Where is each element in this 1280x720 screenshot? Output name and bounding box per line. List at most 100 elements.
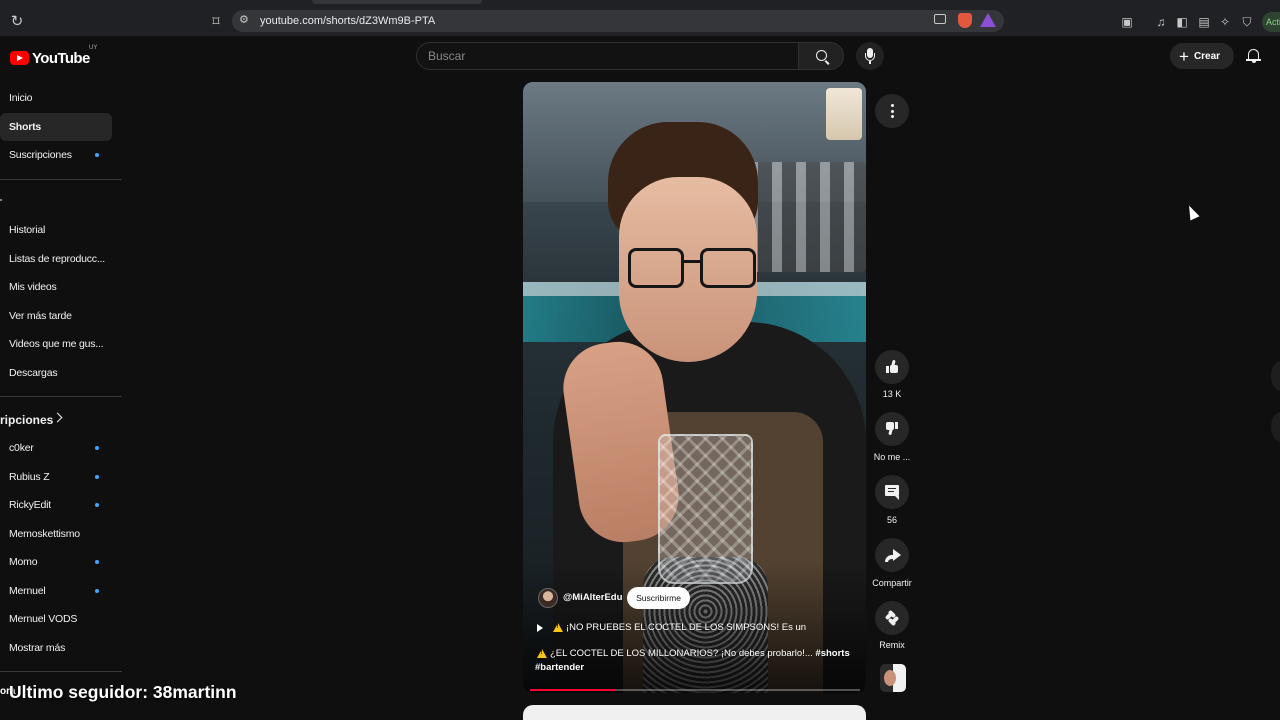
sidebar-item-mis-videos[interactable]: Mis videos — [0, 273, 112, 301]
new-content-dot — [95, 475, 99, 479]
sidebar-item-label: Memoskettismo — [9, 528, 80, 540]
logo-text: YouTube — [32, 49, 90, 67]
more-options-button[interactable] — [875, 94, 909, 128]
youtube-logo[interactable]: YouTube UY — [10, 45, 97, 68]
cast-icon[interactable] — [934, 14, 946, 24]
comment-icon — [885, 485, 899, 500]
sidebar-divider — [0, 671, 122, 672]
reload-icon[interactable]: ↻ — [8, 13, 26, 31]
bookmark-icon[interactable]: ⌑ — [207, 13, 225, 31]
sidebar-item-playlists[interactable]: Listas de reproducc... — [0, 245, 112, 273]
video-bottle — [826, 88, 862, 140]
sidebar-item-subscription[interactable]: Momo — [0, 548, 112, 576]
comment-count: 56 — [886, 515, 897, 525]
channel-avatar[interactable] — [538, 588, 558, 608]
wallet-icon[interactable]: ▤ — [1197, 15, 1211, 29]
brave-rewards-icon[interactable] — [980, 13, 996, 27]
previous-short-button[interactable] — [1271, 361, 1280, 391]
new-content-dot — [95, 153, 99, 157]
media-controls-icon[interactable]: ♫ — [1154, 15, 1168, 29]
warning-icon — [537, 649, 547, 658]
sidebar-item-subscription[interactable]: Rubius Z — [0, 463, 112, 491]
play-icon[interactable] — [537, 624, 543, 632]
sidebar-icon[interactable]: ◧ — [1175, 15, 1189, 29]
sidebar-item-historial[interactable]: Historial — [0, 216, 112, 244]
country-code: UY — [89, 45, 98, 51]
search-button[interactable] — [798, 42, 844, 70]
search-icon — [816, 50, 827, 61]
sidebar-item-ver-mas-tarde[interactable]: Ver más tarde — [0, 302, 112, 330]
dislike-label: No me ... — [873, 452, 911, 462]
comments-button[interactable] — [875, 475, 909, 509]
video-title-line2[interactable]: ¿EL COCTEL DE LOS MILLONARIOS? ¡No debes… — [550, 648, 850, 659]
sidebar-item-label: Mis videos — [9, 281, 57, 293]
share-label: Compartir — [872, 578, 912, 588]
thumbs-down-icon — [886, 422, 898, 436]
original-sound-thumbnail[interactable] — [880, 664, 906, 692]
sidebar-item-subscription[interactable]: Memoskettismo — [0, 520, 112, 548]
sidebar-item-suscripciones[interactable]: Suscripciones — [0, 141, 112, 169]
voice-search-button[interactable] — [856, 42, 884, 70]
chevron-right-icon[interactable] — [52, 412, 63, 423]
sidebar-item-subscription[interactable]: RickyEdit — [0, 491, 112, 519]
brave-shields-icon[interactable] — [958, 13, 972, 28]
sidebar-item-label: Listas de reproducc... — [9, 253, 105, 265]
thumbs-up-icon — [886, 359, 898, 373]
next-short-button[interactable] — [1271, 412, 1280, 442]
sidebar-item-label: Ver más tarde — [9, 310, 72, 322]
sidebar-item-subscription[interactable]: Mernuel VODS — [0, 605, 112, 633]
ai-assistant-icon[interactable]: ✧ — [1218, 15, 1232, 29]
sidebar-item-show-more[interactable]: Mostrar más — [0, 634, 112, 662]
address-bar[interactable]: ⚙ youtube.com/shorts/dZ3Wm9B-PTA — [232, 10, 1004, 32]
plus-icon: + — [1179, 46, 1189, 66]
active-tab[interactable] — [312, 0, 482, 4]
hashtag-link[interactable]: #bartender — [535, 662, 584, 673]
new-content-dot — [95, 589, 99, 593]
search-box[interactable] — [416, 42, 799, 70]
create-button[interactable]: + Crear — [1170, 43, 1234, 69]
subscribe-button[interactable]: Suscribirme — [627, 587, 690, 609]
subscriptions-section-title[interactable]: ripciones — [0, 413, 53, 427]
search-input[interactable] — [417, 43, 798, 69]
sidebar-item-descargas[interactable]: Descargas — [0, 359, 112, 387]
sidebar-item-label: Shorts — [9, 121, 42, 133]
url-text[interactable]: youtube.com/shorts/dZ3Wm9B-PTA — [260, 15, 435, 27]
site-settings-icon[interactable]: ⚙ — [239, 13, 249, 26]
remix-icon — [884, 609, 900, 627]
share-button[interactable] — [875, 538, 909, 572]
notifications-bell-icon[interactable] — [1246, 48, 1262, 64]
remix-button[interactable] — [875, 601, 909, 635]
sidebar-item-label: Videos que me gus... — [9, 338, 104, 350]
new-content-dot — [95, 503, 99, 507]
video-glasses — [628, 248, 758, 292]
section-marker — [0, 199, 2, 201]
next-short-preview[interactable] — [523, 705, 866, 720]
like-button[interactable] — [875, 350, 909, 384]
sidebar-item-subscription[interactable]: Mernuel — [0, 577, 112, 605]
video-progress-bar[interactable] — [530, 689, 860, 691]
sidebar-divider — [0, 396, 122, 397]
dislike-button[interactable] — [875, 412, 909, 446]
mouse-cursor-icon — [1184, 203, 1200, 221]
browser-toolbar: ↻ ⌑ ⚙ youtube.com/shorts/dZ3Wm9B-PTA ▣ ♫… — [0, 8, 1280, 36]
sidebar-item-shorts[interactable]: Shorts — [0, 113, 112, 141]
video-title-line1[interactable]: ¡NO PRUEBES EL COCTEL DE LOS SIMPSONS! E… — [566, 622, 806, 633]
video-shelf-bottles — [748, 162, 866, 272]
profile-badge[interactable]: Acti — [1262, 12, 1280, 32]
create-label: Crear — [1193, 50, 1221, 62]
video-title-text: ¿EL COCTEL DE LOS MILLONARIOS? ¡No debes… — [550, 648, 813, 659]
sidebar-item-label: Momo — [9, 556, 38, 568]
hashtag-link[interactable]: #shorts — [815, 648, 849, 659]
new-content-dot — [95, 446, 99, 450]
last-follower-overlay: Ultimo seguidor: 38martinn — [9, 682, 237, 702]
sidebar-item-liked-videos[interactable]: Videos que me gus... — [0, 330, 112, 358]
share-icon — [885, 547, 901, 563]
sidebar-divider — [0, 179, 122, 180]
channel-name[interactable]: @MiAlterEdu — [563, 592, 622, 603]
sidebar-item-label: Mernuel VODS — [9, 613, 78, 625]
sidebar-item-label: Inicio — [9, 92, 33, 104]
tab-search-icon[interactable]: ▣ — [1120, 15, 1134, 29]
vpn-shield-icon[interactable]: ⛉ — [1240, 15, 1254, 29]
sidebar-item-subscription[interactable]: c0ker — [0, 434, 112, 462]
sidebar-item-inicio[interactable]: Inicio — [0, 84, 112, 112]
